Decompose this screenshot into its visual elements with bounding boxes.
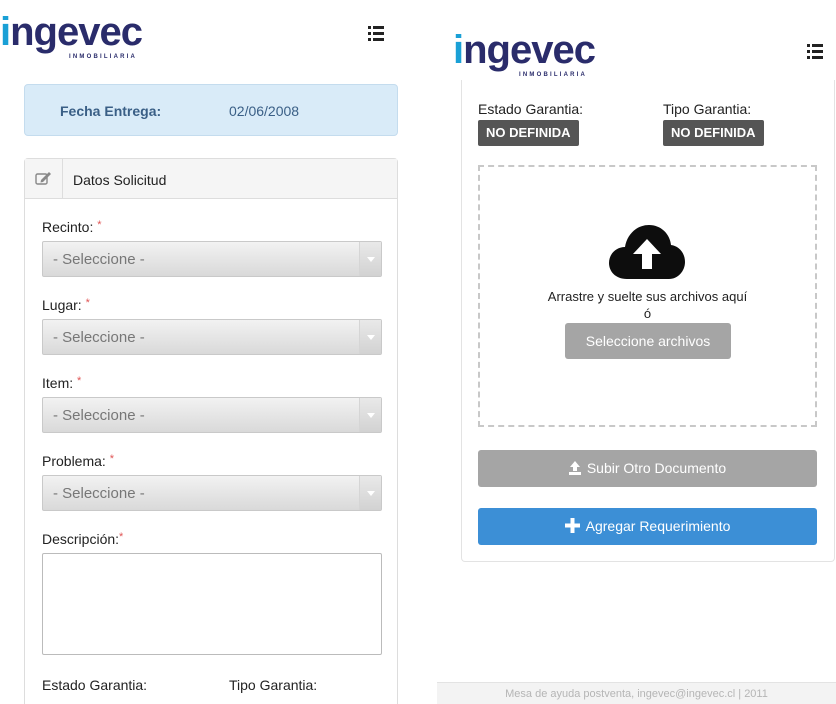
plus-icon <box>564 518 580 533</box>
logo-subtitle: INMOBILIARIA <box>519 72 588 78</box>
brand-logo[interactable]: ingevec INMOBILIARIA <box>453 28 596 78</box>
left-screen: ingevec INMOBILIARIA Fecha Entrega: 02/0… <box>0 0 418 704</box>
item-select[interactable]: - Seleccione - <box>42 397 382 433</box>
recinto-label: Recinto: * <box>42 219 102 235</box>
tipo-garantia-label: Tipo Garantia: <box>663 101 752 117</box>
brand-logo[interactable]: ingevec INMOBILIARIA <box>0 10 143 60</box>
list-menu-icon[interactable] <box>807 44 823 60</box>
lugar-select-value: - Seleccione - <box>53 329 145 346</box>
upload-other-document-button[interactable]: Subir Otro Documento <box>478 450 817 487</box>
right-screen: ingevec INMOBILIARIA Estado Garantia: NO… <box>437 0 836 704</box>
chevron-down-icon <box>359 320 381 354</box>
cloud-upload-icon <box>609 225 685 279</box>
item-label: Item: * <box>42 375 82 391</box>
chevron-down-icon <box>359 476 381 510</box>
chevron-down-icon <box>359 398 381 432</box>
tipo-garantia-label: Tipo Garantia: <box>229 677 318 693</box>
problema-select[interactable]: - Seleccione - <box>42 475 382 511</box>
fecha-entrega-label: Fecha Entrega: <box>60 103 162 119</box>
item-select-value: - Seleccione - <box>53 407 145 424</box>
file-dropzone[interactable]: Arrastre y suelte sus archivos aquí ó Se… <box>478 165 817 427</box>
logo-rest: ngevec <box>10 10 143 54</box>
fecha-entrega-value: 02/06/2008 <box>229 103 300 119</box>
footer-text: Mesa de ayuda postventa, ingevec@ingevec… <box>505 688 768 700</box>
estado-garantia-label: Estado Garantia: <box>478 101 584 117</box>
drop-or-text: ó <box>643 306 652 321</box>
select-files-button[interactable]: Seleccione archivos <box>565 323 731 359</box>
recinto-select[interactable]: - Seleccione - <box>42 241 382 277</box>
descripcion-label: Descripción:* <box>42 531 124 547</box>
page-footer: Mesa de ayuda postventa, ingevec@ingevec… <box>437 682 836 704</box>
add-requirement-button[interactable]: Agregar Requerimiento <box>478 508 817 545</box>
tipo-garantia-badge: NO DEFINIDA <box>663 120 764 146</box>
upload-arrow-icon <box>568 461 581 475</box>
estado-garantia-label: Estado Garantia: <box>42 677 148 693</box>
logo-wordmark: ingevec <box>453 28 596 72</box>
logo-lead-letter: i <box>0 10 11 54</box>
problema-select-value: - Seleccione - <box>53 485 145 502</box>
logo-rest: ngevec <box>463 28 596 72</box>
panel-title: Datos Solicitud <box>73 172 167 188</box>
logo-subtitle: INMOBILIARIA <box>69 54 138 60</box>
drop-instructions: Arrastre y suelte sus archivos aquí <box>547 289 748 304</box>
problema-label: Problema: * <box>42 453 114 469</box>
estado-garantia-badge: NO DEFINIDA <box>478 120 579 146</box>
panel-header: Datos Solicitud <box>25 159 397 199</box>
descripcion-textarea[interactable] <box>42 553 382 655</box>
fecha-entrega-box: Fecha Entrega: 02/06/2008 <box>24 84 398 136</box>
logo-wordmark: ingevec <box>0 10 143 54</box>
logo-lead-letter: i <box>453 28 464 72</box>
upload-other-document-label: Subir Otro Documento <box>586 460 727 476</box>
lugar-label: Lugar: * <box>42 297 90 313</box>
list-menu-icon[interactable] <box>368 26 384 42</box>
lugar-select[interactable]: - Seleccione - <box>42 319 382 355</box>
add-requirement-label: Agregar Requerimiento <box>585 518 731 534</box>
edit-icon <box>25 159 63 199</box>
chevron-down-icon <box>359 242 381 276</box>
datos-solicitud-panel: Datos Solicitud Recinto: * - Seleccione … <box>24 158 398 704</box>
recinto-select-value: - Seleccione - <box>53 251 145 268</box>
